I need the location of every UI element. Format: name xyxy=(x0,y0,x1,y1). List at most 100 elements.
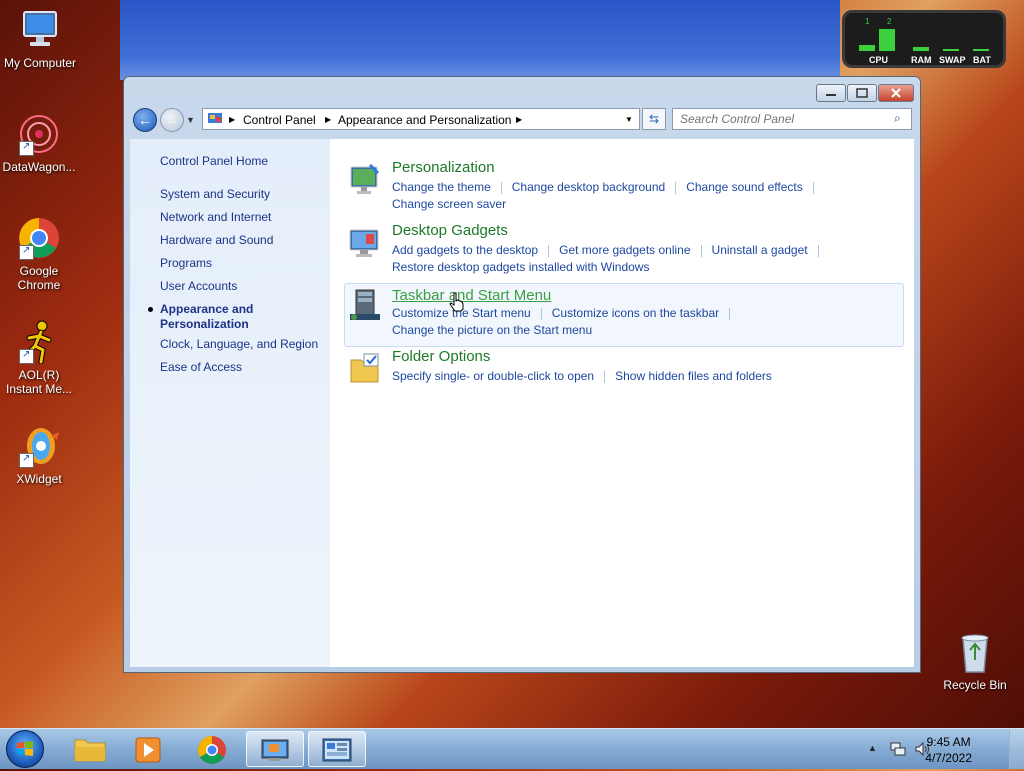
desktop-gadgets-icon xyxy=(348,226,382,260)
ram-bar xyxy=(913,47,929,51)
refresh-icon: ⇆ xyxy=(648,112,660,126)
personalization-icon xyxy=(348,163,382,197)
remote-desktop-icon xyxy=(261,739,289,761)
link-change-sound-effects[interactable]: Change sound effects xyxy=(686,180,803,194)
desktop-icon-label: Google Chrome xyxy=(17,264,61,292)
desktop-icon-datawagon[interactable]: DataWagon... xyxy=(0,112,79,174)
control-panel-window[interactable]: ← → ▼ ▶ Control Panel ▶ Appearance and P… xyxy=(123,76,921,673)
folder-icon xyxy=(74,739,106,762)
link-uninstall-gadget[interactable]: Uninstall a gadget xyxy=(712,243,808,257)
show-hidden-icons-arrow[interactable]: ▲ xyxy=(868,743,877,753)
core-1-label: 1 xyxy=(865,17,870,26)
sidebar-item-clock-language-region[interactable]: Clock, Language, and Region xyxy=(160,337,318,351)
breadcrumb-appearance-personalization[interactable]: Appearance and Personalization xyxy=(338,113,511,127)
taskbar-links-row2: Change the picture on the Start menu xyxy=(392,323,592,337)
folder-options-icon xyxy=(348,352,382,386)
cpu-core-2-bar xyxy=(879,29,895,51)
breadcrumb-separator-icon[interactable]: ▶ xyxy=(516,115,522,124)
section-desktop-gadgets: Desktop Gadgets Add gadgets to the deskt… xyxy=(346,222,904,274)
link-change-screen-saver[interactable]: Change screen saver xyxy=(392,197,506,211)
link-separator xyxy=(729,307,731,320)
core-2-label: 2 xyxy=(887,17,892,26)
folder-options-title[interactable]: Folder Options xyxy=(392,348,490,365)
link-get-more-gadgets[interactable]: Get more gadgets online xyxy=(559,243,690,257)
sidebar-item-hardware-sound[interactable]: Hardware and Sound xyxy=(160,233,273,247)
control-panel-icon xyxy=(322,738,352,762)
desktop-icon-aol-instant-messenger[interactable]: AOL(R) Instant Me... xyxy=(0,320,79,396)
shortcut-arrow-icon xyxy=(19,245,34,260)
chrome-icon xyxy=(17,216,61,260)
sidebar-item-control-panel-home[interactable]: Control Panel Home xyxy=(160,154,268,168)
maximize-button[interactable] xyxy=(847,84,877,102)
swap-bar xyxy=(943,49,959,51)
minimize-button[interactable] xyxy=(816,84,846,102)
search-input[interactable] xyxy=(672,108,912,130)
search-icon[interactable]: ⌕ xyxy=(894,111,901,126)
desktop-gadgets-title[interactable]: Desktop Gadgets xyxy=(392,222,508,239)
section-folder-options: Folder Options Specify single- or double… xyxy=(346,348,904,388)
address-dropdown-icon[interactable]: ▼ xyxy=(625,115,633,124)
shortcut-arrow-icon xyxy=(19,453,34,468)
address-bar[interactable]: ▶ Control Panel ▶ Appearance and Persona… xyxy=(202,108,640,130)
recent-pages-dropdown-icon[interactable]: ▼ xyxy=(186,115,195,125)
taskbar-explorer-button[interactable] xyxy=(62,731,118,767)
link-show-hidden-files[interactable]: Show hidden files and folders xyxy=(615,369,772,383)
desktop-icon-label: My Computer xyxy=(3,56,77,70)
address-row: ← → ▼ ▶ Control Panel ▶ Appearance and P… xyxy=(130,107,914,133)
system-meter-gadget[interactable]: 1 2 CPU RAM SWAP BAT xyxy=(842,10,1006,68)
link-separator xyxy=(500,181,502,194)
link-change-start-menu-picture[interactable]: Change the picture on the Start menu xyxy=(392,323,592,337)
sidebar-item-programs[interactable]: Programs xyxy=(160,256,212,270)
sidebar-item-ease-of-access[interactable]: Ease of Access xyxy=(160,360,242,374)
sidebar-item-user-accounts[interactable]: User Accounts xyxy=(160,279,237,293)
section-personalization: Personalization Change the theme Change d… xyxy=(346,159,904,211)
show-desktop-button[interactable] xyxy=(1009,729,1024,769)
windows-logo-icon xyxy=(17,741,33,756)
datawagon-icon xyxy=(17,112,61,156)
desktop-icon-xwidget[interactable]: XWidget xyxy=(0,424,79,486)
folder-options-links-row1: Specify single- or double-click to open S… xyxy=(392,369,772,383)
desktop-icon-google-chrome[interactable]: Google Chrome xyxy=(0,216,79,292)
refresh-button[interactable]: ⇆ xyxy=(642,108,666,130)
taskbar-chrome-button[interactable] xyxy=(184,731,240,767)
close-button[interactable] xyxy=(878,84,914,102)
content-area: Control Panel Home System and Security N… xyxy=(130,139,914,667)
breadcrumb-separator-icon[interactable]: ▶ xyxy=(325,115,331,124)
sidebar-item-system-security[interactable]: System and Security xyxy=(160,187,270,201)
desktop-icon-recycle-bin[interactable]: Recycle Bin xyxy=(935,630,1015,692)
breadcrumb-separator-icon: ▶ xyxy=(229,115,236,124)
link-single-double-click[interactable]: Specify single- or double-click to open xyxy=(392,369,594,383)
taskbar-start-menu-title[interactable]: Taskbar and Start Menu xyxy=(392,287,551,304)
link-restore-gadgets[interactable]: Restore desktop gadgets installed with W… xyxy=(392,260,649,274)
cpu-core-1-bar xyxy=(859,45,875,51)
link-separator xyxy=(817,244,819,257)
taskbar-remote-desktop-button[interactable] xyxy=(246,731,304,767)
sidebar-item-network-internet[interactable]: Network and Internet xyxy=(160,210,271,224)
breadcrumb-control-panel[interactable]: Control Panel xyxy=(243,113,316,127)
link-separator xyxy=(700,244,702,257)
personalization-links-row2: Change screen saver xyxy=(392,197,506,211)
link-separator xyxy=(675,181,677,194)
start-button[interactable] xyxy=(6,730,44,768)
desktop-icon-my-computer[interactable]: My Computer xyxy=(0,8,80,70)
network-icon[interactable] xyxy=(890,741,906,757)
system-clock[interactable]: 9:45 AM 4/7/2022 xyxy=(925,734,972,766)
link-change-theme[interactable]: Change the theme xyxy=(392,180,491,194)
personalization-title[interactable]: Personalization xyxy=(392,159,495,176)
recycle-bin-icon xyxy=(953,630,997,674)
battery-bar xyxy=(973,49,989,51)
sidebar-item-appearance-personalization: Appearance and xyxy=(160,302,254,316)
back-button[interactable]: ← xyxy=(133,108,157,132)
link-change-desktop-background[interactable]: Change desktop background xyxy=(512,180,665,194)
link-separator xyxy=(812,181,814,194)
link-customize-taskbar-icons[interactable]: Customize icons on the taskbar xyxy=(552,306,719,320)
taskbar-links-row1: Customize the Start menu Customize icons … xyxy=(392,306,740,320)
taskbar-media-player-button[interactable] xyxy=(120,731,176,767)
computer-icon xyxy=(18,8,62,52)
taskbar: ▲ 9:45 AM 4/7/2022 xyxy=(0,728,1024,769)
forward-button[interactable]: → xyxy=(160,108,184,132)
bat-label: BAT xyxy=(973,55,991,65)
taskbar-control-panel-button[interactable] xyxy=(308,731,366,767)
shortcut-arrow-icon xyxy=(19,141,34,156)
link-add-gadgets[interactable]: Add gadgets to the desktop xyxy=(392,243,538,257)
